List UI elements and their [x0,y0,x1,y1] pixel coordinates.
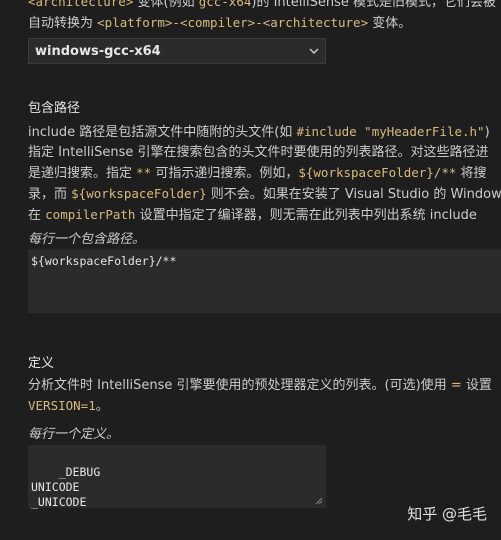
include-path-heading: 包含路径 [28,101,81,116]
include-path-label: 每行一个包含路径。 [28,232,146,247]
defines-value: _DEBUG UNICODE _UNICODE [31,465,101,509]
resize-handle-icon[interactable] [315,497,323,505]
code-gcc-x64: gcc-x64 [198,0,252,9]
code-architecture-2: <architecture> [262,15,369,30]
watermark: 知乎 @毛毛 [407,505,487,523]
chevron-down-icon [309,48,319,55]
defines-description: 分析文件时 IntelliSense 引擎要使用的预处理器定义的列表。(可选)使… [28,378,492,414]
intellisense-mode-description: <architecture> 变体(例如 gcc-x64)的 IntelliSe… [28,0,496,34]
code-architecture: <architecture> [28,0,134,9]
defines-label: 每行一个定义。 [28,427,120,442]
include-path-textarea[interactable]: ${workspaceFolder}/** [28,249,501,313]
intellisense-mode-select[interactable]: windows-gcc-x64 [28,38,326,64]
select-value: windows-gcc-x64 [35,43,161,59]
code-compiler: <compiler> [179,15,256,30]
defines-textarea[interactable]: _DEBUG UNICODE _UNICODE [28,445,326,509]
include-path-description: include 路径是包括源文件中随附的头文件(如 #include "myHe… [28,124,501,223]
code-platform: <platform> [97,15,173,30]
defines-heading: 定义 [28,356,55,371]
